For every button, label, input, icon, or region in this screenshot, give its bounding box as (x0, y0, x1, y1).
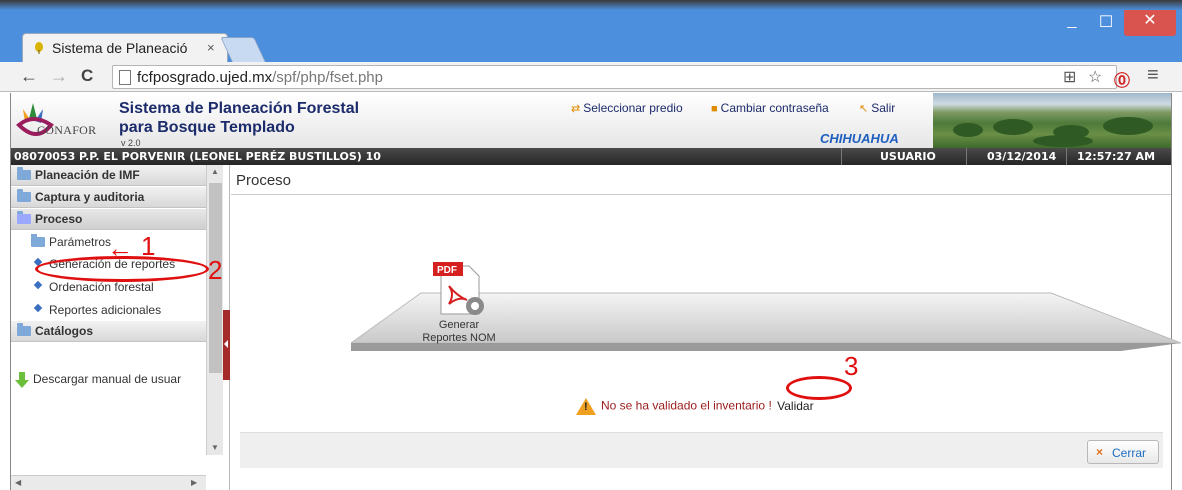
sidebar-hscrollbar[interactable]: ◀ ▶ (11, 475, 206, 490)
back-button[interactable]: ← (20, 66, 38, 87)
date-label: 03/12/2014 (987, 150, 1057, 163)
folder-icon (17, 167, 31, 180)
status-bar: 08070053 P.P. EL PORVENIR (LEONEL PERÉZ … (11, 148, 1171, 165)
sidebar: Planeación de IMF Captura y auditoria Pr… (11, 165, 230, 490)
annotation-circle-3 (786, 376, 852, 400)
annotation-number-2: 2 (208, 255, 223, 285)
user-label: USUARIO (880, 150, 936, 163)
sidebar-section-captura[interactable]: Captura y auditoria (11, 187, 206, 208)
annotation-number-3: 3 (844, 351, 859, 381)
close-window-button[interactable]: ✕ (1124, 10, 1176, 36)
svg-text:PDF: PDF (437, 265, 457, 276)
maximize-button[interactable]: ☐ (1089, 12, 1123, 38)
sidebar-section-proceso[interactable]: Proceso (11, 209, 206, 230)
tab-close-icon[interactable]: × (207, 40, 215, 55)
window-shadow (0, 0, 1182, 10)
address-bar[interactable]: fcfposgrado.ujed.mx/spf/php/fset.php (112, 65, 1117, 89)
annotation-circle-2 (35, 256, 209, 282)
download-manual-link[interactable]: Descargar manual de usuar (15, 372, 181, 388)
translate-icon[interactable]: ⊞ (1063, 67, 1076, 87)
close-button[interactable]: × Cerrar (1087, 440, 1159, 464)
pdf-icon: PDF (433, 262, 484, 315)
validar-link[interactable]: Validar (777, 399, 813, 413)
page-icon (119, 70, 131, 85)
browser-tab[interactable]: Sistema de Planeació × (22, 33, 228, 62)
bullet-icon (33, 303, 43, 313)
sidebar-section-planeacion[interactable]: Planeación de IMF (11, 165, 206, 186)
main-panel: Proceso PDF Generar Reportes NOM ! No se… (231, 165, 1182, 490)
warning-text: No se ha validado el inventario ! (601, 398, 772, 413)
panel-splitter[interactable] (223, 310, 230, 380)
app-title-line1: Sistema de Planeación Forestal (119, 100, 360, 117)
panel-header: Proceso (231, 165, 1171, 195)
bottom-bar: × Cerrar (240, 432, 1163, 468)
version-label: v 2.0 (121, 138, 141, 148)
folder-icon (17, 323, 31, 336)
app-title-line2: para Bosque Templado (119, 119, 295, 136)
scroll-left-icon[interactable]: ◀ (15, 478, 21, 487)
app-frame: CONAFOR Sistema de Planeación Forestal p… (10, 93, 1182, 490)
scroll-up-icon[interactable]: ▲ (211, 167, 219, 176)
generar-reportes-label[interactable]: Generar Reportes NOM (409, 319, 509, 345)
time-label: 12:57:27 AM (1077, 150, 1156, 163)
page-title: Proceso (236, 172, 292, 189)
open-folder-icon (17, 211, 31, 224)
app-header: CONAFOR Sistema de Planeación Forestal p… (11, 93, 1171, 148)
sidebar-section-catalogos[interactable]: Catálogos (11, 321, 206, 342)
sidebar-item-reportes-adicionales[interactable]: Reportes adicionales (11, 299, 206, 321)
forest-banner-image (933, 93, 1171, 148)
logout-link[interactable]: ↖ Salir (859, 101, 895, 115)
lock-icon: ■ (711, 103, 718, 115)
bullet-icon (33, 280, 43, 290)
tab-title: Sistema de Planeació (52, 40, 188, 56)
url-text: fcfposgrado.ujed.mx/spf/php/fset.php (137, 69, 383, 86)
close-icon: × (1096, 445, 1104, 459)
forward-button[interactable]: → (50, 66, 68, 87)
logo-text: CONAFOR (37, 123, 97, 137)
download-arrow-icon (15, 372, 29, 388)
change-password-link[interactable]: ■ Cambiar contraseña (711, 101, 829, 115)
validation-warning: ! No se ha validado el inventario ! Valid… (576, 398, 814, 415)
scroll-right-icon[interactable]: ▶ (191, 478, 197, 487)
logout-icon: ↖ (859, 103, 869, 115)
state-label: CHIHUAHUA (820, 131, 899, 146)
sidebar-scrollbar[interactable]: ▲ ▼ (206, 165, 223, 455)
conafor-logo: CONAFOR (15, 99, 115, 143)
reload-button[interactable]: C (81, 66, 93, 86)
warning-icon: ! (576, 398, 596, 415)
predio-label: 08070053 P.P. EL PORVENIR (LEONEL PERÉZ … (14, 150, 381, 163)
leaf-icon (35, 42, 43, 54)
browser-toolbar: ← → C fcfposgrado.ujed.mx/spf/php/fset.p… (0, 62, 1182, 92)
bookmark-star-icon[interactable]: ☆ (1088, 67, 1102, 87)
folder-icon (31, 234, 45, 247)
swap-icon: ⇄ (571, 103, 581, 115)
collapse-arrow-icon (224, 340, 228, 348)
menu-icon[interactable]: ≡ (1147, 64, 1159, 87)
minimize-button[interactable]: _ (1055, 12, 1089, 38)
generar-reportes-icon[interactable]: PDF (431, 260, 487, 320)
folder-icon (17, 189, 31, 202)
scroll-down-icon[interactable]: ▼ (211, 443, 219, 452)
select-predio-link[interactable]: ⇄ Seleccionar predio (571, 101, 683, 115)
opera-icon[interactable]: ⓪ (1114, 67, 1130, 91)
